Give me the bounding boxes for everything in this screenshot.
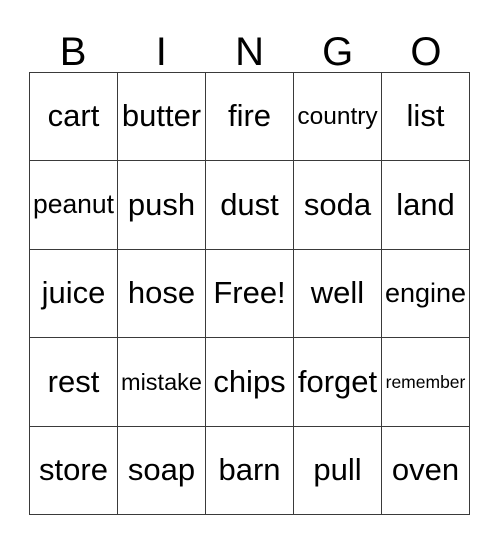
bingo-cell-label: list (406, 98, 445, 134)
bingo-cell[interactable]: list (382, 73, 470, 162)
bingo-cell-label: mistake (121, 368, 202, 395)
bingo-cell[interactable]: rest (30, 338, 118, 427)
bingo-cell-label: hose (127, 275, 196, 311)
bingo-cell[interactable]: well (294, 249, 382, 339)
bingo-cell[interactable]: juice (30, 249, 118, 339)
bingo-cell[interactable]: hose (118, 249, 206, 339)
bingo-cell[interactable]: cart (30, 73, 118, 162)
bingo-cell[interactable]: butter (118, 73, 206, 162)
bingo-cell[interactable]: engine (382, 249, 470, 339)
bingo-cell-label: engine (384, 278, 467, 309)
bingo-cell[interactable]: barn (206, 426, 294, 515)
header-letter-n: N (235, 30, 264, 74)
bingo-cell-label: oven (391, 452, 460, 488)
bingo-cell-label: push (127, 186, 196, 222)
bingo-cell[interactable]: soap (118, 426, 206, 515)
bingo-card: B I N G O cart butter fire country list … (0, 0, 500, 544)
bingo-cell-label: peanut (32, 189, 115, 220)
bingo-cell-label: store (39, 452, 108, 488)
bingo-cell-free[interactable]: Free! (206, 249, 294, 339)
bingo-cell[interactable]: soda (294, 161, 382, 250)
bingo-cell[interactable]: chips (206, 338, 294, 427)
bingo-cell-label: remember (385, 371, 466, 392)
bingo-cell-label: fire (227, 98, 272, 134)
bingo-cell-label: pull (313, 452, 362, 488)
bingo-cell[interactable]: forget (294, 338, 382, 427)
bingo-cell[interactable]: oven (382, 426, 470, 515)
header-letter-g: G (322, 30, 354, 74)
bingo-cell-label: soap (127, 452, 196, 488)
bingo-cell[interactable]: pull (294, 426, 382, 515)
bingo-cell-label: forget (297, 363, 378, 399)
bingo-cell[interactable]: peanut (30, 161, 118, 250)
bingo-cell[interactable]: store (30, 426, 118, 515)
bingo-cell-label: rest (47, 363, 100, 399)
bingo-cell-label: country (297, 102, 378, 130)
bingo-cell[interactable]: dust (206, 161, 294, 250)
bingo-cell-label: juice (41, 275, 106, 311)
bingo-free-space-label: Free! (213, 275, 286, 311)
header-letter-o: O (410, 30, 442, 74)
bingo-cell[interactable]: country (294, 73, 382, 162)
bingo-cell[interactable]: push (118, 161, 206, 250)
bingo-cell-label: butter (121, 98, 202, 134)
bingo-cell-label: well (310, 275, 365, 311)
header-letter-b: B (59, 30, 87, 74)
bingo-cell[interactable]: fire (206, 73, 294, 162)
bingo-cell[interactable]: remember (382, 338, 470, 427)
bingo-cell-label: barn (218, 452, 281, 488)
bingo-cell[interactable]: mistake (118, 338, 206, 427)
bingo-cell-label: chips (213, 363, 286, 399)
bingo-cell-label: cart (47, 98, 100, 134)
bingo-grid: cart butter fire country list peanut pus… (29, 72, 470, 515)
header-letter-i: I (155, 30, 167, 74)
bingo-cell-label: land (396, 186, 455, 222)
bingo-cell-label: dust (220, 186, 279, 222)
bingo-cell[interactable]: land (382, 161, 470, 250)
bingo-header-row: B I N G O (29, 17, 470, 72)
bingo-cell-label: soda (303, 186, 372, 222)
